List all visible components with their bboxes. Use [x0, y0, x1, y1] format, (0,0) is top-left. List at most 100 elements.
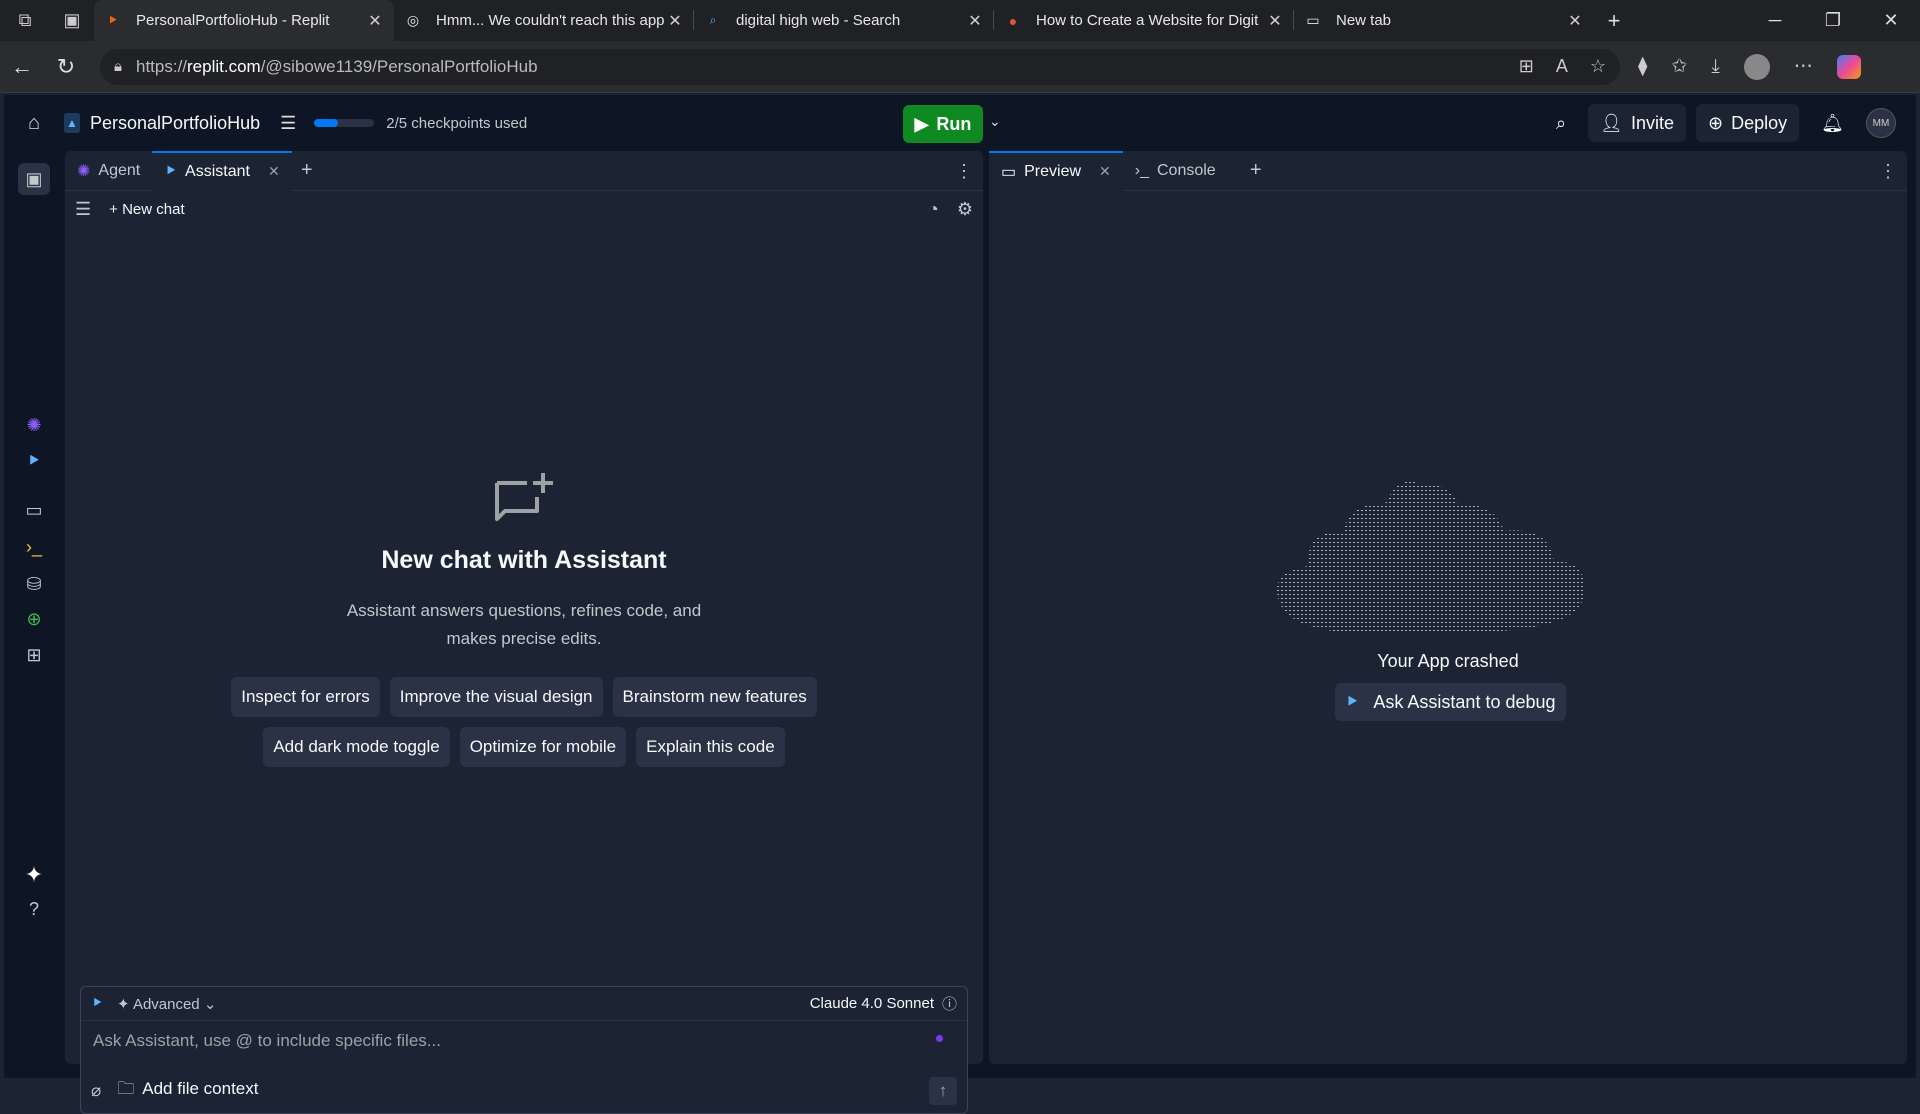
tab-console[interactable]: ›_ Console	[1123, 151, 1241, 191]
chevron-down-icon[interactable]: ⌄	[989, 113, 1001, 130]
restore-icon[interactable]: ❐	[1804, 10, 1862, 31]
url-field[interactable]: 🔒︎ https://replit.com/@sibowe1139/Person…	[100, 48, 1620, 85]
favorite-star-icon[interactable]: ☆	[1590, 56, 1606, 77]
article-favicon-icon: ●	[1008, 12, 1018, 29]
add-file-context-button[interactable]: 🗀︎ Add file context	[117, 1076, 258, 1105]
favorites-icon[interactable]: ✩	[1671, 55, 1687, 78]
new-chat-button[interactable]: + New chat	[109, 201, 184, 218]
downloads-icon[interactable]: ⤓	[1711, 56, 1719, 78]
checkpoints-indicator[interactable]: ☰ 2/5 checkpoints used	[280, 113, 527, 134]
browser-tab-article[interactable]: ● How to Create a Website for Digit ✕	[994, 0, 1294, 41]
read-aloud-icon[interactable]: A	[1556, 56, 1568, 77]
user-avatar[interactable]: MM	[1866, 108, 1896, 138]
search-favicon-icon: ⌕	[709, 13, 717, 27]
app-install-icon[interactable]: ⊞	[1519, 56, 1534, 77]
browser-tab-newtab[interactable]: ▭ New tab ✕	[1294, 0, 1594, 41]
notifications-bell-icon[interactable]: 🔔︎	[1809, 104, 1856, 142]
kebab-menu-icon[interactable]: ⋮	[1879, 161, 1897, 182]
tab-preview[interactable]: ▭ Preview ✕	[989, 150, 1123, 191]
copilot-icon[interactable]	[1836, 54, 1861, 79]
mode-selector[interactable]: ✦ Advanced ⌄	[117, 995, 216, 1013]
search-icon[interactable]: ⌕	[1544, 104, 1578, 142]
deployments-icon[interactable]: ⊕	[18, 603, 50, 635]
add-tab-plus-icon[interactable]: +	[292, 159, 322, 182]
run-button[interactable]: ▶ Run	[903, 105, 983, 143]
browser-tab-strip: ⧉ ▣ ⯈ PersonalPortfolioHub - Replit ✕ ◎ …	[0, 0, 1920, 41]
workspaces-icon[interactable]: ⧉	[0, 10, 50, 31]
preview-monitor-icon[interactable]: ▭	[18, 494, 50, 526]
status-dot	[936, 1035, 943, 1042]
suggestion-chip[interactable]: Optimize for mobile	[459, 727, 627, 767]
add-user-icon: 👤︎	[1600, 112, 1623, 133]
back-arrow-icon[interactable]: ←	[0, 54, 44, 80]
close-icon[interactable]: ✕	[268, 163, 280, 180]
extensions-icon[interactable]: ⧫	[1638, 55, 1647, 78]
preview-pane: ▭ Preview ✕ ›_ Console + ⋮ Your App crashed…	[989, 150, 1907, 1064]
history-icon[interactable]: ☰	[280, 113, 296, 134]
new-tab-plus-icon[interactable]: +	[1594, 8, 1634, 34]
attach-paperclip-icon[interactable]: ⌀	[91, 1081, 101, 1101]
browser-tab-replit[interactable]: ⯈ PersonalPortfolioHub - Replit ✕	[94, 0, 394, 41]
sparkle-icon[interactable]: ✦	[18, 859, 50, 891]
chat-list-icon[interactable]: ☰	[75, 199, 91, 220]
tab-agent[interactable]: ✺ Agent	[65, 151, 152, 191]
refresh-icon[interactable]: ↻	[44, 54, 88, 80]
suggestion-chip[interactable]: Add dark mode toggle	[263, 727, 450, 767]
browser-tab-error[interactable]: ◎ Hmm... We couldn't reach this app ✕	[394, 0, 694, 41]
deploy-button[interactable]: ⊕ Deploy	[1696, 104, 1800, 142]
close-icon[interactable]: ✕	[666, 11, 684, 31]
database-icon[interactable]: ⛁	[18, 568, 50, 600]
model-selector[interactable]: Claude 4.0 Sonnet ⓘ	[810, 993, 957, 1014]
help-icon[interactable]: ?	[18, 893, 50, 925]
send-arrow-icon[interactable]: ↑	[929, 1076, 957, 1105]
agent-icon[interactable]: ✺	[18, 409, 50, 441]
crash-message: Your App crashed	[1377, 651, 1519, 671]
tab-actions-icon[interactable]: ▣	[50, 10, 94, 31]
close-icon[interactable]: ✕	[1099, 163, 1111, 180]
add-tab-plus-icon[interactable]: +	[1241, 159, 1271, 182]
close-icon[interactable]: ✕	[366, 11, 384, 31]
console-icon[interactable]: ›_	[18, 531, 50, 563]
globe-icon: ◎	[406, 12, 420, 28]
settings-gear-icon[interactable]: ⚙	[957, 199, 973, 220]
checkpoint-progress-bar	[314, 119, 375, 127]
suggestion-chips: Inspect for errors Improve the visual de…	[204, 677, 844, 767]
project-icon: ▲	[64, 113, 80, 133]
chat-input[interactable]: Ask Assistant, use @ to include specific…	[81, 1021, 967, 1059]
close-icon[interactable]: ✕	[966, 11, 984, 31]
speedometer-icon[interactable]: ◔	[928, 199, 939, 220]
all-tools-grid-icon[interactable]: ⊞	[18, 639, 50, 671]
tab-assistant[interactable]: ⯈ Assistant ✕	[152, 150, 292, 191]
home-icon[interactable]: ⌂	[4, 112, 64, 135]
crash-cloud-illustration	[1277, 481, 1585, 633]
empty-title: New chat with Assistant	[381, 546, 667, 574]
newtab-favicon-icon: ▭	[1306, 12, 1320, 28]
agent-icon: ✺	[77, 162, 91, 180]
invite-button[interactable]: 👤︎ Invite	[1588, 104, 1687, 142]
close-icon[interactable]: ✕	[1566, 11, 1584, 31]
profile-avatar[interactable]	[1743, 53, 1770, 80]
address-bar-row: ← ↻ 🔒︎ https://replit.com/@sibowe1139/Pe…	[0, 41, 1920, 93]
browser-tab-search[interactable]: ⌕ digital high web - Search ✕	[694, 0, 994, 41]
suggestion-chip[interactable]: Inspect for errors	[231, 677, 380, 717]
close-icon[interactable]: ✕	[1266, 11, 1284, 31]
suggestion-chip[interactable]: Explain this code	[636, 727, 785, 767]
replit-workspace: ⌂ ▲ PersonalPortfolioHub ☰ 2/5 checkpoin…	[4, 95, 1916, 1114]
info-icon[interactable]: ⓘ	[942, 993, 957, 1014]
folder-icon: 🗀︎	[117, 1079, 135, 1098]
window-close-icon[interactable]: ✕	[1862, 10, 1920, 31]
replit-favicon-icon: ⯈	[107, 12, 119, 28]
assistant-icon: ⯈	[1345, 691, 1360, 712]
suggestion-chip[interactable]: Brainstorm new features	[612, 677, 817, 717]
left-rail: ▣ ✺ ⯈ ▭ ›_ ⛁ ⊕ ⊞ ✦ ?	[4, 151, 64, 1078]
minimize-icon[interactable]: ─	[1746, 10, 1804, 31]
assistant-icon[interactable]: ⯈	[18, 445, 50, 477]
more-menu-icon[interactable]: ⋯	[1794, 55, 1813, 78]
files-icon[interactable]: ▣	[18, 163, 50, 195]
console-icon: ›_	[1134, 161, 1149, 179]
lock-icon: 🔒︎	[114, 58, 122, 75]
suggestion-chip[interactable]: Improve the visual design	[389, 677, 603, 717]
ask-assistant-debug-button[interactable]: ⯈ Ask Assistant to debug	[1335, 683, 1566, 721]
kebab-menu-icon[interactable]: ⋮	[955, 161, 973, 182]
project-title[interactable]: ▲ PersonalPortfolioHub	[64, 113, 260, 134]
